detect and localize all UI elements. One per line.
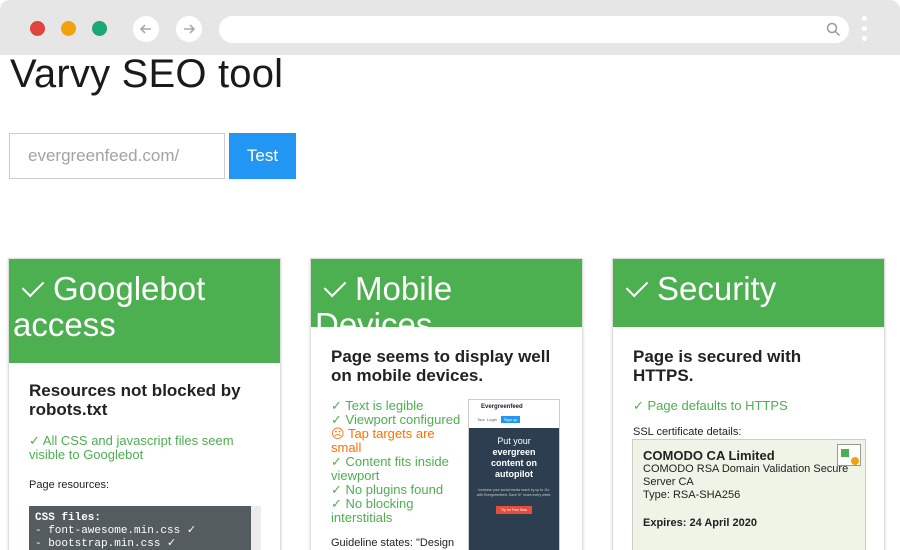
cert-type: Type: RSA-SHA256 xyxy=(643,489,741,501)
check-icon xyxy=(323,274,347,298)
code-line: - font-awesome.min.css ✓ xyxy=(35,525,197,537)
mobile-checks-list: ✓ Text is legible ✓ Viewport configured … xyxy=(331,399,466,525)
googlebot-access-card: Googlebot access Resources not blocked b… xyxy=(8,258,281,550)
search-icon xyxy=(826,22,841,37)
card-subtitle: Page is secured with HTTPS. xyxy=(633,347,802,385)
card-title: Googlebot xyxy=(53,270,206,307)
card-header: Security xyxy=(613,259,884,327)
page-title: Varvy SEO tool xyxy=(10,52,284,96)
list-item: ✓ Viewport configured xyxy=(331,412,461,427)
check-icon: ✓ xyxy=(331,482,346,497)
check-icon: ✓ xyxy=(331,398,346,413)
cert-expiry: Expires: 24 April 2020 xyxy=(643,517,757,529)
certificate-icon xyxy=(837,444,861,466)
url-input[interactable] xyxy=(9,133,225,179)
check-icon: ✓ xyxy=(331,412,346,427)
code-heading: CSS files: xyxy=(35,512,102,524)
card-header: Googlebot access xyxy=(9,259,280,363)
check-icon xyxy=(625,274,649,298)
card-subtitle: Resources not blocked by robots.txt xyxy=(29,381,241,419)
list-item: ✓ No plugins found xyxy=(331,482,444,497)
more-options-icon[interactable] xyxy=(862,16,868,44)
preview-brand: Evergreenfeed xyxy=(481,404,523,410)
check-icon: ✓ xyxy=(331,454,346,469)
arrow-left-icon xyxy=(139,24,151,34)
browser-chrome xyxy=(0,0,900,55)
preview-nav: Tour Login Sign up xyxy=(469,414,559,426)
status-message: ✓ All CSS and javascript files seem visi… xyxy=(29,433,234,462)
card-title-line2: access xyxy=(13,306,116,343)
status-message: ✓ Page defaults to HTTPS xyxy=(633,398,788,413)
forward-button[interactable] xyxy=(176,16,202,42)
list-item: ☹ Tap targets are small xyxy=(331,426,435,455)
list-item: ✓ Content fits inside viewport xyxy=(331,454,449,483)
address-bar[interactable] xyxy=(219,16,849,43)
close-window-button[interactable] xyxy=(30,21,45,36)
check-icon: ✓ xyxy=(29,433,43,448)
preview-hero: Put your evergreen content on autopilot … xyxy=(469,428,559,550)
cert-line: Server CA xyxy=(643,476,694,488)
list-item: ✓ Text is legible xyxy=(331,398,424,413)
minimize-window-button[interactable] xyxy=(61,21,76,36)
scrollbar[interactable] xyxy=(251,506,261,550)
card-title: Security xyxy=(657,270,777,307)
code-line: - bootstrap.min.css ✓ xyxy=(35,538,177,550)
card-subtitle: Page seems to display well on mobile dev… xyxy=(331,347,551,385)
cert-issuer: COMODO CA Limited xyxy=(643,448,775,463)
resources-code-box[interactable]: CSS files: - font-awesome.min.css ✓ - bo… xyxy=(29,506,261,550)
check-icon: ✓ xyxy=(331,496,346,511)
resources-label: Page resources: xyxy=(29,479,110,491)
test-button[interactable]: Test xyxy=(229,133,296,179)
maximize-window-button[interactable] xyxy=(92,21,107,36)
ssl-label: SSL certificate details: xyxy=(633,426,742,438)
cert-line: COMODO RSA Domain Validation Secure xyxy=(643,463,849,475)
back-button[interactable] xyxy=(133,16,159,42)
check-icon: ✓ xyxy=(633,398,648,413)
certificate-box: COMODO CA Limited COMODO RSA Domain Vali… xyxy=(632,439,866,550)
mobile-preview-image: Evergreenfeed Tour Login Sign up Put your… xyxy=(468,399,560,550)
guideline-text: Guideline states: "Design xyxy=(331,537,455,549)
card-header: Mobile Devices xyxy=(311,259,582,343)
security-card: Security Page is secured with HTTPS. ✓ P… xyxy=(612,258,885,550)
arrow-right-icon xyxy=(184,24,196,34)
list-item: ✓ No blocking interstitials xyxy=(331,496,414,525)
mobile-devices-card: Mobile Devices Page seems to display wel… xyxy=(310,258,583,550)
check-icon xyxy=(21,274,45,298)
warning-icon: ☹ xyxy=(331,426,348,441)
